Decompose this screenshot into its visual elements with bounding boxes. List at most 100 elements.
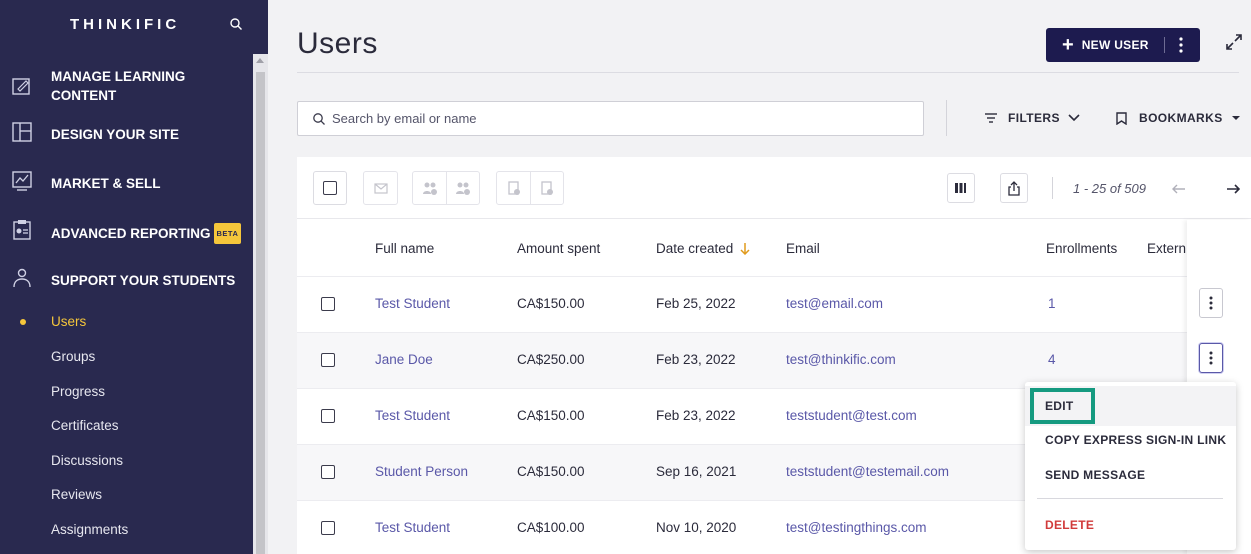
columns-icon [955,183,966,193]
filters-button[interactable]: FILTERS [984,111,1080,125]
divider [1052,177,1053,199]
row-checkbox[interactable] [321,409,335,423]
export-button[interactable] [1000,173,1028,203]
group-add-icon [422,182,437,195]
divider [1037,498,1223,499]
menu-item-copy-express-sign-in-link[interactable]: COPY EXPRESS SIGN-IN LINK [1045,433,1226,447]
caret-down-icon [1231,116,1240,120]
scroll-up-icon[interactable] [256,58,264,63]
amount-spent: CA$150.00 [517,464,585,479]
date-created: Nov 10, 2020 [656,520,737,535]
chevron-down-icon [1068,114,1080,122]
sidebar: THINKIFIC MANAGE LEARNING CONTENT DESIGN … [0,0,268,554]
table-row[interactable]: Jane Doe CA$250.00 Feb 23, 2022 test@thi… [297,332,1251,388]
email-link[interactable]: test@testingthings.com [786,520,927,535]
table-row[interactable]: Test Student CA$150.00 Feb 25, 2022 test… [297,276,1251,332]
bookmarks-button[interactable]: BOOKMARKS [1116,111,1241,125]
user-name-link[interactable]: Test Student [375,296,450,311]
chart-icon [12,171,32,191]
sidebar-item-discussions[interactable]: Discussions [51,453,123,468]
column-header-full-name[interactable]: Full name [375,241,434,256]
new-user-button[interactable]: + NEW USER [1046,28,1200,62]
mail-icon [373,182,388,194]
sidebar-item-certificates[interactable]: Certificates [51,418,119,433]
user-name-link[interactable]: Test Student [375,408,450,423]
column-header-label: Date created [656,241,734,256]
select-all-checkbox[interactable] [323,181,337,195]
remove-from-group-button[interactable] [446,172,479,204]
email-link[interactable]: test@thinkific.com [786,352,896,367]
row-checkbox[interactable] [321,353,335,367]
date-created: Feb 25, 2022 [656,296,736,311]
user-name-link[interactable]: Student Person [375,464,468,479]
nav-label: MARKET & SELL [51,176,161,191]
plus-icon: + [1062,34,1074,56]
email-link[interactable]: teststudent@test.com [786,408,917,423]
row-actions-button[interactable] [1199,288,1223,318]
row-actions-menu: EDIT COPY EXPRESS SIGN-IN LINK SEND MESS… [1025,382,1236,550]
row-checkbox[interactable] [321,521,335,535]
sidebar-scrollbar[interactable] [253,54,268,554]
next-page-icon[interactable] [1226,184,1240,194]
unenroll-icon [541,181,553,195]
sidebar-item-reviews[interactable]: Reviews [51,487,102,502]
amount-spent: CA$150.00 [517,296,585,311]
nav-label: DESIGN YOUR SITE [51,127,180,142]
sidebar-item-progress[interactable]: Progress [51,384,105,399]
menu-item-delete[interactable]: DELETE [1045,518,1094,532]
column-header-extern[interactable]: Extern [1147,241,1187,256]
columns-button[interactable] [947,173,975,203]
search-icon[interactable] [229,17,243,31]
search-input[interactable] [332,111,892,126]
more-vertical-icon[interactable] [1179,36,1183,54]
new-user-label: NEW USER [1081,38,1149,52]
enroll-button[interactable] [497,172,530,204]
select-all-box[interactable] [313,171,347,205]
pagination-range: 1 - 25 of 509 [1073,181,1146,196]
logo: THINKIFIC [70,16,181,33]
row-checkbox[interactable] [321,465,335,479]
nav-support-your-students[interactable]: SUPPORT YOUR STUDENTS [0,267,253,293]
expand-icon[interactable] [1224,32,1244,52]
enrollment-actions[interactable] [496,171,564,205]
row-actions-button-active[interactable] [1199,343,1223,373]
sidebar-header: THINKIFIC [0,0,253,54]
nav-label: SUPPORT YOUR STUDENTS [51,273,236,288]
menu-item-send-message[interactable]: SEND MESSAGE [1045,468,1145,482]
column-header-email[interactable]: Email [786,241,820,256]
enrollments-link[interactable]: 4 [1048,352,1056,367]
menu-item-edit[interactable]: EDIT [1045,399,1074,413]
message-button[interactable] [363,171,398,205]
nav-label: MANAGE LEARNING [51,69,186,84]
prev-page-icon[interactable] [1172,184,1186,194]
unenroll-button[interactable] [530,172,563,204]
user-name-link[interactable]: Test Student [375,520,450,535]
filters-label: FILTERS [1008,111,1060,125]
edit-note-icon [12,78,30,95]
user-name-link[interactable]: Jane Doe [375,352,433,367]
enrollments-link[interactable]: 1 [1048,296,1056,311]
column-header-amount-spent[interactable]: Amount spent [517,241,600,256]
email-link[interactable]: test@email.com [786,296,883,311]
search-box[interactable] [297,101,924,136]
sidebar-item-groups[interactable]: Groups [51,349,95,364]
group-actions[interactable] [412,171,480,205]
amount-spent: CA$150.00 [517,408,585,423]
add-to-group-button[interactable] [413,172,446,204]
nav-advanced-reporting[interactable]: ADVANCED REPORTING BETA [0,219,253,245]
nav-market-and-sell[interactable]: MARKET & SELL [0,170,253,196]
sort-down-icon [740,242,750,255]
column-header-enrollments[interactable]: Enrollments [1046,241,1117,256]
nav-design-your-site[interactable]: DESIGN YOUR SITE [0,121,253,147]
active-indicator [20,319,26,325]
row-checkbox[interactable] [321,297,335,311]
date-created: Feb 23, 2022 [656,352,736,367]
column-header-date-created[interactable]: Date created [656,241,750,256]
email-link[interactable]: teststudent@testemail.com [786,464,949,479]
divider [297,72,1239,73]
scrollbar-thumb[interactable] [256,72,265,554]
students-icon [13,268,31,288]
nav-manage-learning-content[interactable]: MANAGE LEARNING CONTENT [0,66,253,106]
sidebar-item-users[interactable]: Users [51,314,86,329]
sidebar-item-assignments[interactable]: Assignments [51,522,128,537]
